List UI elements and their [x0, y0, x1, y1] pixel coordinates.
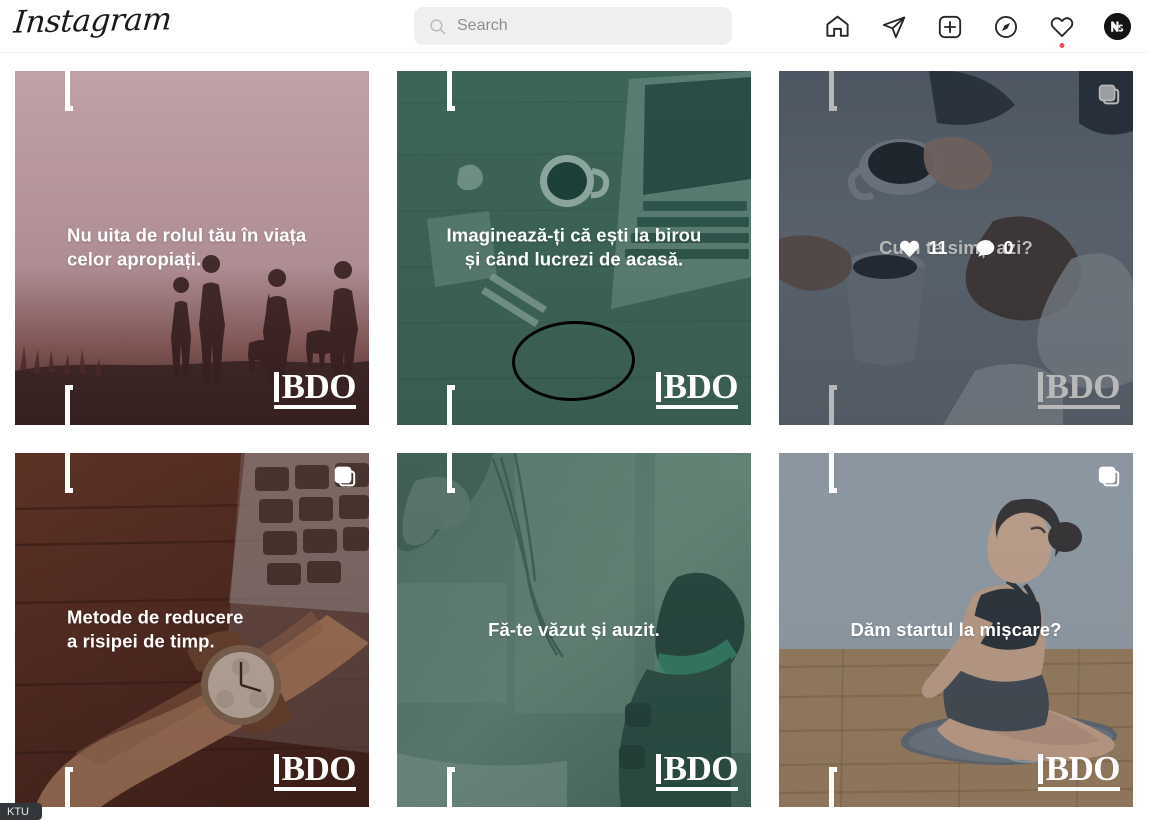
activity-heart-icon[interactable] — [1048, 13, 1075, 48]
bdo-underline — [273, 405, 356, 409]
brand-bracket-top — [65, 453, 73, 493]
bdo-underline — [655, 405, 738, 409]
post-tile[interactable]: Fă-te văzut și auzit. BDO — [397, 453, 751, 807]
heart-filled-icon — [898, 237, 921, 260]
app-header: Instagram Search — [0, 0, 1149, 53]
bdo-text: BDO — [1045, 749, 1121, 789]
post-tile[interactable]: Metode de reducere a risipei de timp. BD… — [15, 453, 369, 807]
new-post-icon[interactable] — [936, 13, 963, 40]
bdo-text: BDO — [281, 367, 357, 407]
brand-bracket-top — [447, 71, 455, 111]
post-caption: Metode de reducere a risipei de timp. — [67, 606, 244, 652]
post-caption: Imaginează-ți că ești la birou și când l… — [446, 224, 702, 270]
post-tile[interactable]: Cum te simți azi? BDO 11 0 — [779, 71, 1133, 425]
post-caption: Dăm startul la mișcare? — [850, 618, 1062, 640]
bdo-bar — [655, 754, 661, 784]
bdo-bar — [1037, 754, 1043, 784]
brand-bracket-top — [65, 71, 73, 111]
bdo-watermark: BDO — [655, 749, 739, 791]
search-input[interactable]: Search — [414, 7, 732, 45]
brand-bracket-top — [447, 453, 455, 493]
bdo-watermark: BDO — [273, 367, 357, 409]
post-tile[interactable]: Nu uita de rolul tău în viața celor apro… — [15, 71, 369, 425]
bdo-watermark: BDO — [655, 367, 739, 409]
post-grid: Nu uita de rolul tău în viața celor apro… — [15, 71, 1134, 807]
brand-bracket-bottom — [65, 767, 73, 807]
bdo-text: BDO — [281, 749, 357, 789]
brand-bracket-top — [829, 453, 837, 493]
bdo-bar — [273, 372, 279, 402]
brand-bracket-bottom — [447, 767, 455, 807]
brand-bracket-bottom — [65, 385, 73, 425]
bdo-text: BDO — [663, 749, 739, 789]
comment-bubble-icon — [974, 237, 997, 260]
brand-bracket-bottom — [447, 385, 455, 425]
direct-messages-icon[interactable] — [880, 13, 907, 40]
carousel-multi-post-icon — [1097, 465, 1121, 489]
status-tooltip-fragment: KTU — [0, 803, 42, 820]
bdo-underline — [655, 787, 738, 791]
comment-count-stat: 0 — [974, 237, 1014, 260]
post-caption: Nu uita de rolul tău în viața celor apro… — [67, 224, 307, 270]
header-nav — [824, 0, 1131, 53]
bdo-text: BDO — [663, 367, 739, 407]
home-icon[interactable] — [824, 13, 851, 40]
bdo-underline — [273, 787, 356, 791]
bdo-bar — [655, 372, 661, 402]
search-placeholder: Search — [457, 17, 508, 34]
bdo-underline — [1037, 787, 1120, 791]
instagram-logo[interactable]: Instagram — [12, 1, 172, 40]
explore-compass-icon[interactable] — [992, 13, 1019, 40]
notification-badge-dot — [1059, 43, 1064, 48]
profile-avatar-icon[interactable] — [1104, 13, 1131, 40]
comment-count-value: 0 — [1003, 237, 1014, 258]
post-tile[interactable]: Imaginează-ți că ești la birou și când l… — [397, 71, 751, 425]
bdo-bar — [273, 754, 279, 784]
carousel-multi-post-icon — [333, 465, 357, 489]
like-count-value: 11 — [928, 237, 948, 258]
search-icon — [429, 18, 446, 35]
avatar — [1104, 13, 1131, 40]
post-hover-overlay[interactable]: 11 0 — [779, 71, 1133, 425]
like-count-stat: 11 — [898, 237, 948, 260]
post-tile[interactable]: Dăm startul la mișcare? BDO — [779, 453, 1133, 807]
bdo-watermark: BDO — [1037, 749, 1121, 791]
brand-bracket-bottom — [829, 767, 837, 807]
bdo-watermark: BDO — [273, 749, 357, 791]
post-caption: Fă-te văzut și auzit. — [488, 618, 660, 640]
